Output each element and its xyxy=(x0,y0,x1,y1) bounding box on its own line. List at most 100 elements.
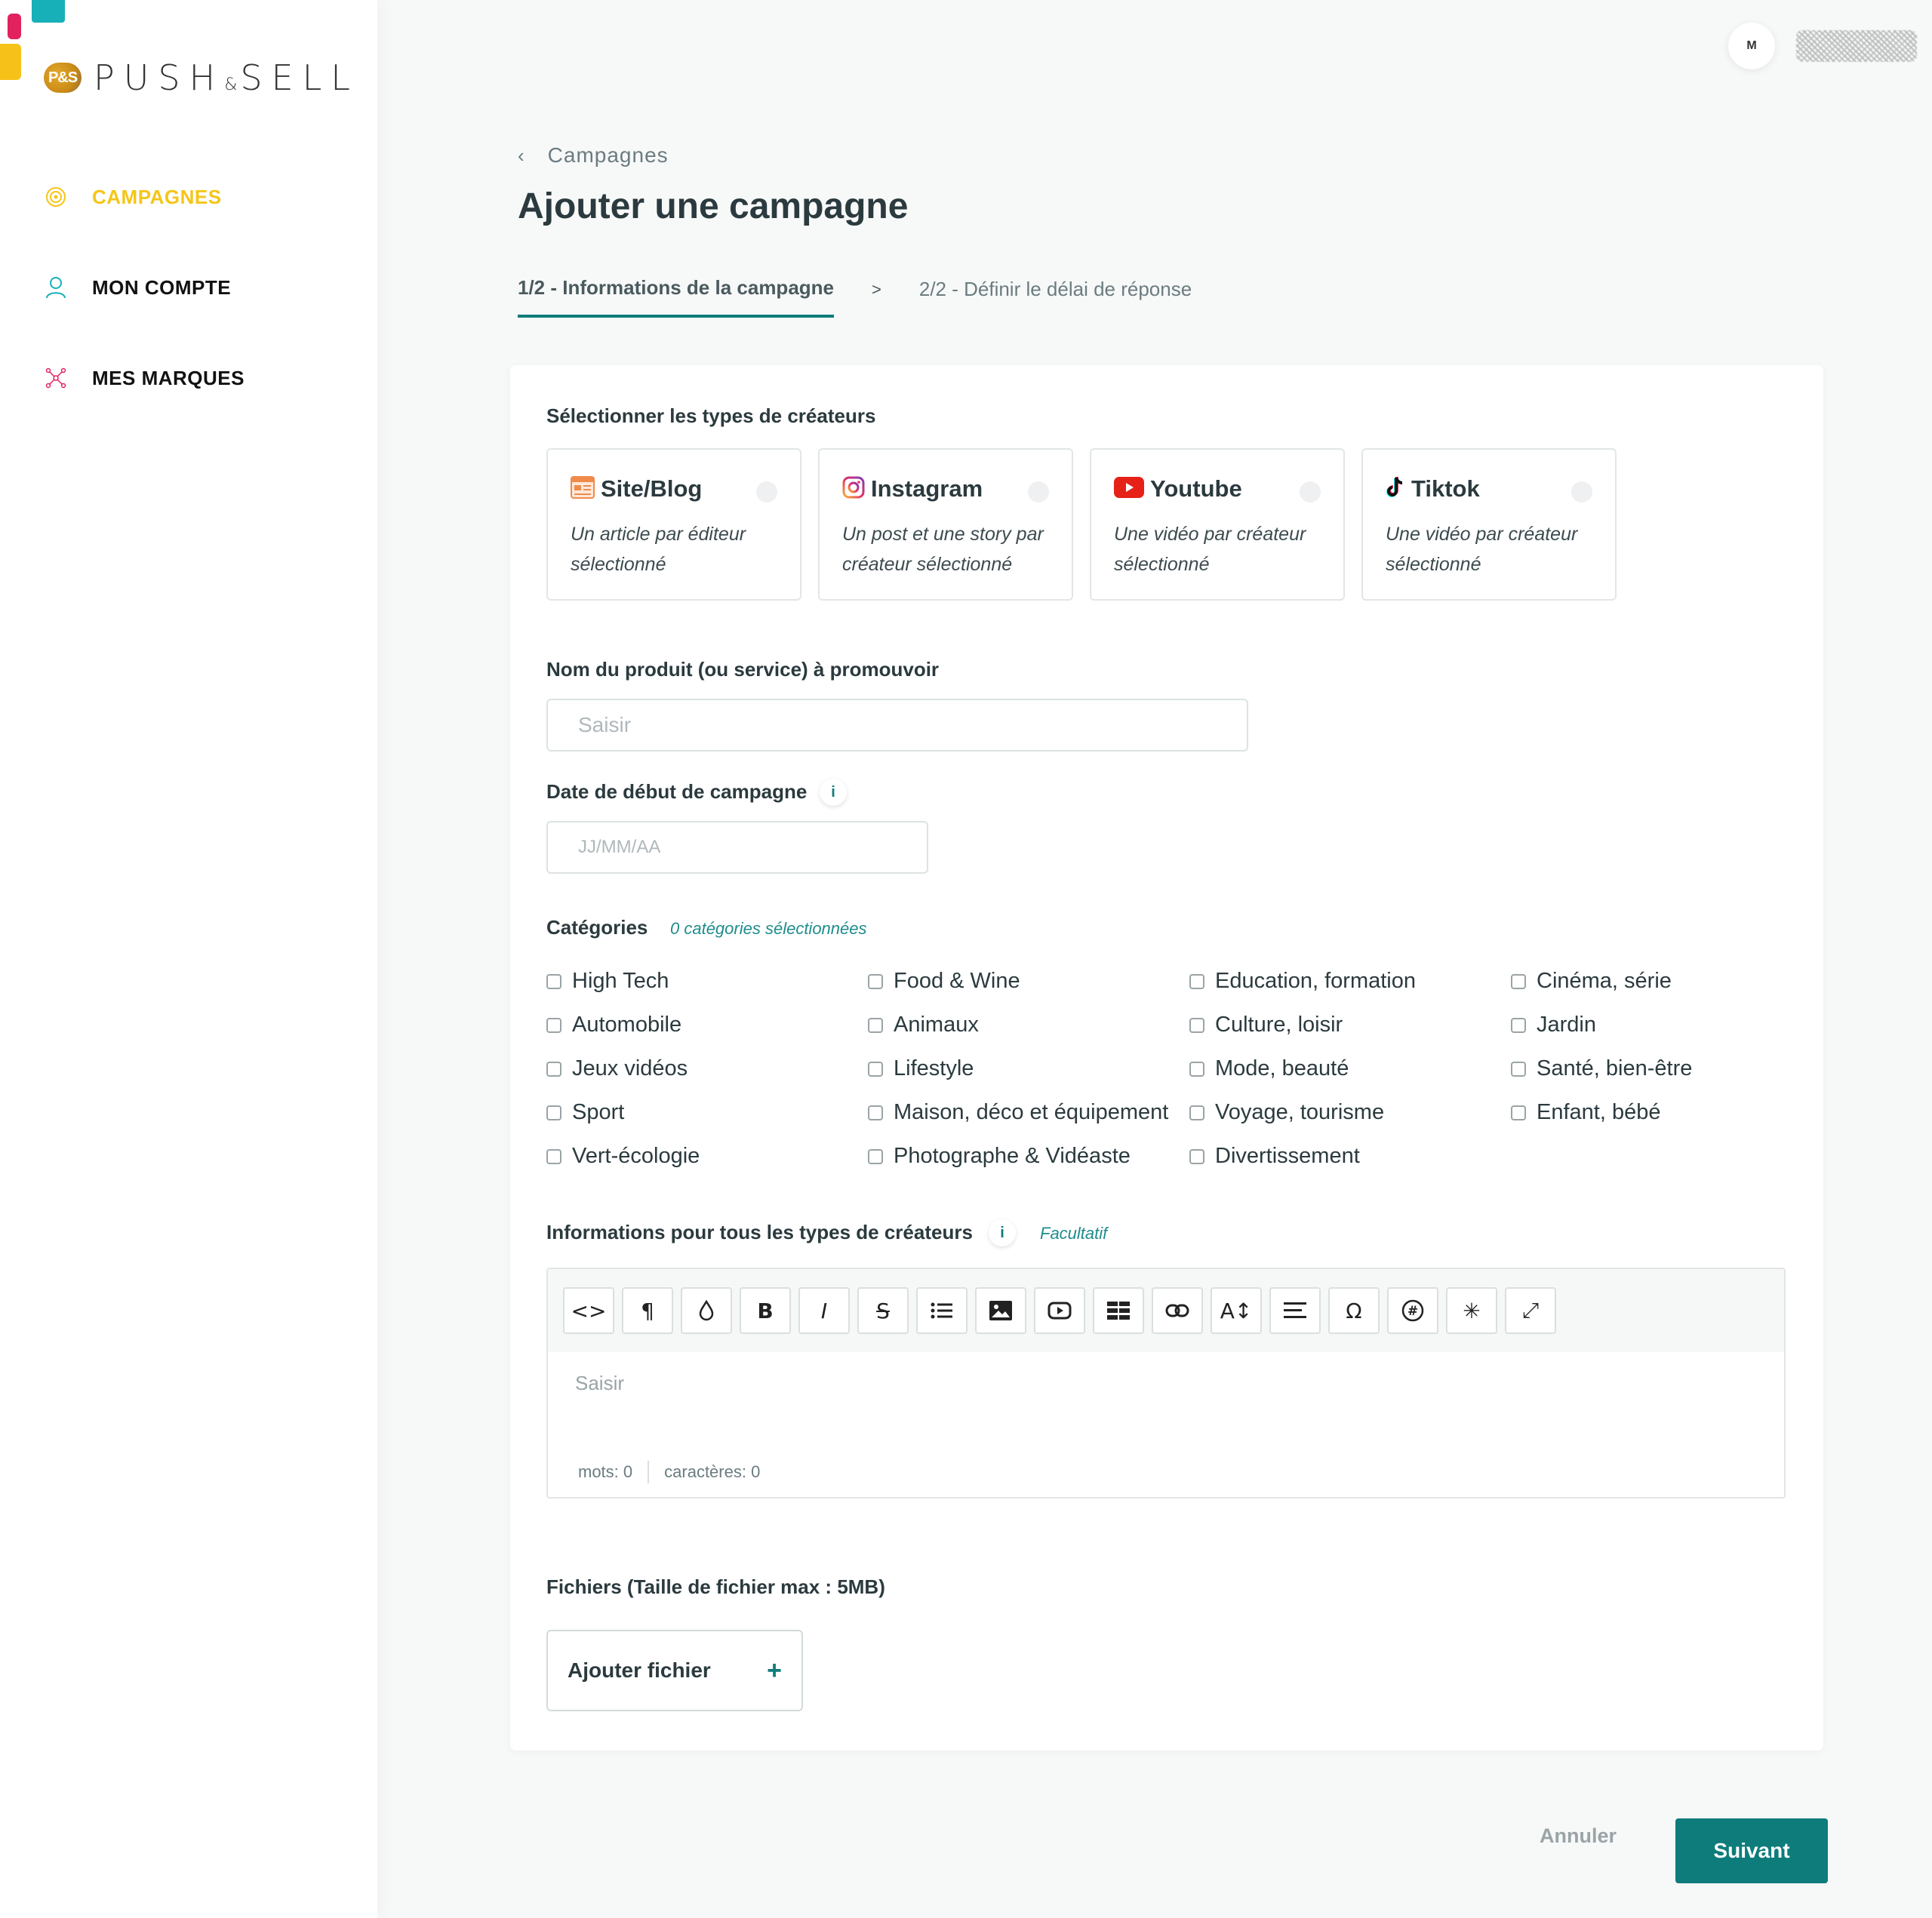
creator-type-name: Tiktok xyxy=(1411,475,1480,502)
checkbox[interactable] xyxy=(546,1148,561,1164)
brand-logo[interactable]: P&S PUSH&SELL xyxy=(44,51,359,104)
emoji-icon[interactable]: ✳ xyxy=(1446,1287,1497,1334)
color-drop-icon[interactable] xyxy=(681,1287,732,1334)
sidebar-item-mon-compte[interactable]: MON COMPTE xyxy=(42,269,245,306)
category-label: Divertissement xyxy=(1215,1144,1360,1168)
strikethrough-icon[interactable]: S xyxy=(857,1287,909,1334)
checkbox[interactable] xyxy=(1189,1061,1204,1077)
checkbox[interactable] xyxy=(1189,973,1204,989)
checkbox[interactable] xyxy=(546,1061,561,1077)
creator-type-youtube[interactable]: Youtube Une vidéo par créateur sélection… xyxy=(1090,448,1345,601)
checkbox[interactable] xyxy=(868,1017,883,1033)
special-chars-icon[interactable]: Ω xyxy=(1328,1287,1380,1334)
category-checkbox[interactable]: Mode, beauté xyxy=(1189,1056,1349,1081)
tab-step-2[interactable]: 2/2 - Définir le délai de réponse xyxy=(919,278,1192,316)
optional-hint: Facultatif xyxy=(1040,1224,1108,1243)
category-label: Santé, bien-être xyxy=(1537,1056,1693,1080)
link-icon[interactable] xyxy=(1152,1287,1203,1334)
rich-text-editor[interactable]: <> ¶ B I S A↕ Ω # ✳ ⤢ Saisir mots: 0 car… xyxy=(546,1268,1786,1498)
video-icon[interactable] xyxy=(1034,1287,1085,1334)
info-icon[interactable]: i xyxy=(989,1219,1016,1246)
category-label: Jeux vidéos xyxy=(572,1056,688,1080)
checkbox[interactable] xyxy=(546,973,561,989)
cancel-button[interactable]: Annuler xyxy=(1540,1824,1617,1848)
info-icon[interactable]: i xyxy=(820,779,847,806)
files-label: Fichiers (Taille de fichier max : 5MB) xyxy=(546,1575,885,1598)
creator-type-instagram[interactable]: Instagram Un post et une story par créat… xyxy=(818,448,1073,601)
char-count: caractères: 0 xyxy=(664,1462,761,1481)
creator-type-head: Site/Blog xyxy=(571,475,702,503)
checkbox[interactable] xyxy=(1189,1017,1204,1033)
start-date-input[interactable] xyxy=(546,821,928,874)
category-checkbox[interactable]: Jeux vidéos xyxy=(546,1056,688,1081)
checkbox[interactable] xyxy=(1511,973,1526,989)
category-checkbox[interactable]: Maison, déco et équipement xyxy=(868,1100,1168,1125)
category-checkbox[interactable]: Photographe & Vidéaste xyxy=(868,1144,1131,1169)
sidebar-item-campagnes[interactable]: CAMPAGNES xyxy=(42,178,245,216)
category-checkbox[interactable]: Culture, loisir xyxy=(1189,1013,1343,1037)
checkbox[interactable] xyxy=(868,1105,883,1120)
category-label: Maison, déco et équipement xyxy=(894,1100,1169,1124)
creator-type-radio[interactable] xyxy=(756,481,777,503)
category-checkbox[interactable]: Education, formation xyxy=(1189,969,1416,994)
logo-text-amp: & xyxy=(224,75,241,94)
checkbox[interactable] xyxy=(546,1017,561,1033)
creator-type-siteblog[interactable]: Site/Blog Un article par éditeur sélecti… xyxy=(546,448,801,601)
creator-type-radio[interactable] xyxy=(1571,481,1592,503)
align-icon[interactable] xyxy=(1269,1287,1321,1334)
add-file-button[interactable]: Ajouter fichier + xyxy=(546,1630,803,1711)
category-checkbox[interactable]: Sport xyxy=(546,1100,624,1125)
breadcrumb[interactable]: ‹ Campagnes xyxy=(518,143,669,168)
checkbox[interactable] xyxy=(1189,1105,1204,1120)
checkbox[interactable] xyxy=(1189,1148,1204,1164)
table-icon[interactable] xyxy=(1093,1287,1144,1334)
font-size-icon[interactable]: A↕ xyxy=(1211,1287,1262,1334)
checkbox[interactable] xyxy=(1511,1105,1526,1120)
step-tabs: 1/2 - Informations de la campagne > 2/2 … xyxy=(518,276,1192,318)
checkbox[interactable] xyxy=(546,1105,561,1120)
paragraph-icon[interactable]: ¶ xyxy=(622,1287,673,1334)
image-icon[interactable] xyxy=(975,1287,1026,1334)
avatar[interactable]: M xyxy=(1728,23,1775,69)
category-checkbox[interactable]: Santé, bien-être xyxy=(1511,1056,1692,1081)
category-checkbox[interactable]: Vert-écologie xyxy=(546,1144,700,1169)
next-button[interactable]: Suivant xyxy=(1675,1818,1828,1883)
sidebar-item-mes-marques[interactable]: MES MARQUES xyxy=(42,359,245,397)
chevron-left-icon: ‹ xyxy=(518,143,525,167)
editor-toolbar: <> ¶ B I S A↕ Ω # ✳ ⤢ xyxy=(548,1269,1784,1352)
fullscreen-icon[interactable]: ⤢ xyxy=(1505,1287,1556,1334)
checkbox[interactable] xyxy=(868,973,883,989)
creator-type-radio[interactable] xyxy=(1300,481,1321,503)
category-checkbox[interactable]: High Tech xyxy=(546,969,669,994)
checkbox[interactable] xyxy=(1511,1017,1526,1033)
creator-type-radio[interactable] xyxy=(1028,481,1049,503)
creator-type-name: Site/Blog xyxy=(601,475,703,502)
checkbox[interactable] xyxy=(868,1061,883,1077)
category-checkbox[interactable]: Enfant, bébé xyxy=(1511,1100,1660,1125)
category-checkbox[interactable]: Divertissement xyxy=(1189,1144,1360,1169)
category-checkbox[interactable]: Cinéma, série xyxy=(1511,969,1672,994)
tiktok-icon xyxy=(1386,476,1405,503)
category-checkbox[interactable]: Food & Wine xyxy=(868,969,1020,994)
list-icon[interactable] xyxy=(916,1287,968,1334)
logo-badge: P&S xyxy=(44,63,82,93)
hashtag-icon[interactable]: # xyxy=(1387,1287,1438,1334)
creator-type-tiktok[interactable]: Tiktok Une vidéo par créateur sélectionn… xyxy=(1361,448,1617,601)
user-icon xyxy=(42,274,69,301)
category-checkbox[interactable]: Voyage, tourisme xyxy=(1189,1100,1384,1125)
category-checkbox[interactable]: Animaux xyxy=(868,1013,979,1037)
checkbox[interactable] xyxy=(868,1148,883,1164)
code-view-icon[interactable]: <> xyxy=(563,1287,614,1334)
italic-icon[interactable]: I xyxy=(798,1287,850,1334)
sidebar-item-label: MON COMPTE xyxy=(92,275,232,299)
category-checkbox[interactable]: Jardin xyxy=(1511,1013,1596,1037)
checkbox[interactable] xyxy=(1511,1061,1526,1077)
tab-step-1[interactable]: 1/2 - Informations de la campagne xyxy=(518,276,834,318)
category-checkbox[interactable]: Lifestyle xyxy=(868,1056,974,1081)
product-name-input[interactable] xyxy=(546,699,1248,752)
creator-type-desc: Une vidéo par créateur sélectionné xyxy=(1114,524,1306,575)
category-checkbox[interactable]: Automobile xyxy=(546,1013,681,1037)
bold-icon[interactable]: B xyxy=(740,1287,791,1334)
editor-placeholder[interactable]: Saisir xyxy=(575,1372,624,1395)
user-name-redacted[interactable] xyxy=(1796,30,1917,62)
